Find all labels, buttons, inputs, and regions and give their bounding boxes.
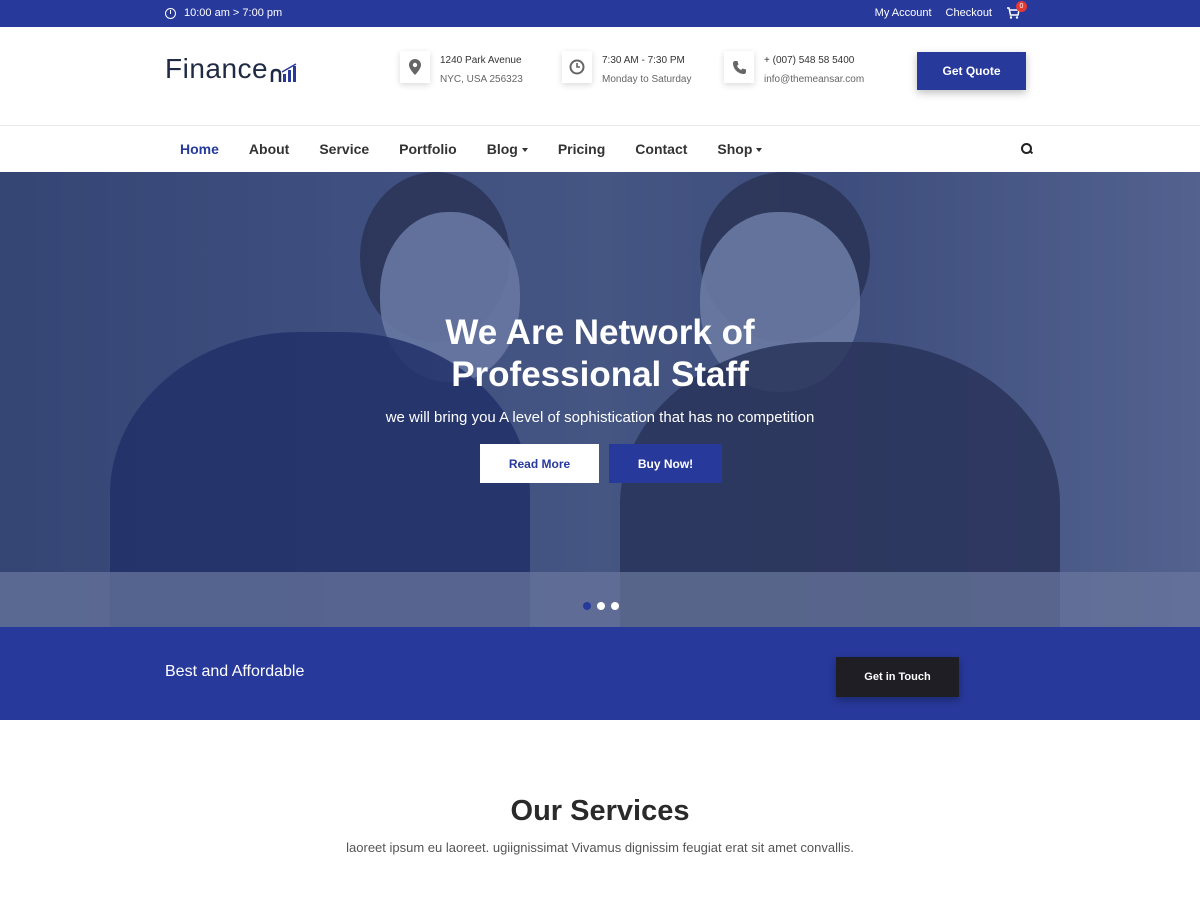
nav-label: About — [248, 141, 290, 157]
logo-text: Finance — [165, 53, 269, 84]
nav-item-contact[interactable]: Contact — [635, 141, 687, 157]
nav-label: Shop — [717, 141, 753, 157]
hero-slider: We Are Network of Professional Staff we … — [0, 172, 1200, 627]
caret-down-icon — [756, 148, 763, 153]
cta-banner: Best and Affordable Get in Touch — [0, 627, 1200, 720]
logo[interactable]: Finance — [165, 53, 298, 85]
address-info: 1240 Park Avenue NYC, USA 256323 — [400, 51, 523, 89]
map-pin-icon — [400, 51, 430, 83]
hours-line-2: Monday to Saturday — [602, 74, 692, 85]
cart-icon[interactable]: 0 — [1006, 1, 1027, 19]
address-line-1: 1240 Park Avenue — [440, 55, 522, 66]
slider-dots — [583, 602, 619, 610]
nav-label: Portfolio — [399, 141, 457, 157]
slider-dot[interactable] — [611, 602, 619, 610]
read-more-button[interactable]: Read More — [480, 444, 599, 483]
contact-info: + (007) 548 58 5400 info@themeansar.com — [724, 51, 864, 89]
hero-title: We Are Network of Professional Staff — [0, 312, 1200, 396]
email-address[interactable]: info@themeansar.com — [764, 70, 864, 89]
my-account-link[interactable]: My Account — [875, 7, 932, 19]
checkout-link[interactable]: Checkout — [946, 7, 992, 19]
nav-item-service[interactable]: Service — [319, 141, 369, 157]
nav-item-home[interactable]: Home — [180, 141, 219, 157]
nav-label: Pricing — [557, 141, 606, 157]
services-title: Our Services — [510, 795, 690, 827]
caret-down-icon — [521, 148, 528, 153]
services-subtitle: laoreet ipsum eu laoreet. ugiignissimat … — [346, 840, 854, 855]
nav-label: Home — [180, 141, 219, 157]
get-in-touch-button[interactable]: Get in Touch — [836, 657, 959, 697]
hours-line-1: 7:30 AM - 7:30 PM — [602, 55, 685, 66]
buy-now-button[interactable]: Buy Now! — [609, 444, 722, 483]
slider-dot[interactable] — [583, 602, 591, 610]
nav-label: Service — [319, 141, 370, 157]
slider-dot[interactable] — [597, 602, 605, 610]
hero-overlay — [0, 172, 1200, 627]
address-line-2: NYC, USA 256323 — [440, 74, 523, 85]
cta-text: Best and Affordable — [165, 663, 305, 680]
clock-icon — [165, 7, 176, 19]
hours-info: 7:30 AM - 7:30 PM Monday to Saturday — [562, 51, 692, 89]
search-icon[interactable] — [1021, 143, 1033, 155]
hero-title-line-1: We Are Network of — [445, 313, 755, 352]
top-bar: 10:00 am > 7:00 pm My Account Checkout 0 — [0, 0, 1200, 27]
main-nav: Home About Service Portfolio Blog Pricin… — [0, 126, 1200, 172]
hero-subtitle: we will bring you A level of sophisticat… — [385, 409, 815, 426]
phone-icon — [724, 51, 754, 83]
get-quote-button[interactable]: Get Quote — [917, 52, 1026, 90]
hours-text: 10:00 am > 7:00 pm — [184, 7, 283, 19]
site-header: Finance 1240 Park Avenue NYC, USA 256323… — [0, 27, 1200, 126]
account-links: My Account Checkout 0 — [875, 1, 1027, 19]
opening-hours: 10:00 am > 7:00 pm — [165, 7, 282, 19]
nav-item-about[interactable]: About — [249, 141, 289, 157]
nav-item-portfolio[interactable]: Portfolio — [399, 141, 457, 157]
nav-item-shop[interactable]: Shop — [717, 141, 763, 157]
nav-label: Contact — [635, 141, 688, 157]
clock-icon — [562, 51, 592, 83]
nav-item-pricing[interactable]: Pricing — [558, 141, 605, 157]
hero-title-line-2: Professional Staff — [451, 355, 749, 394]
phone-number[interactable]: + (007) 548 58 5400 — [764, 51, 864, 70]
logo-chart-icon — [270, 61, 298, 85]
nav-label: Blog — [486, 141, 518, 157]
nav-item-blog[interactable]: Blog — [487, 141, 528, 157]
cart-count-badge: 0 — [1016, 1, 1027, 12]
